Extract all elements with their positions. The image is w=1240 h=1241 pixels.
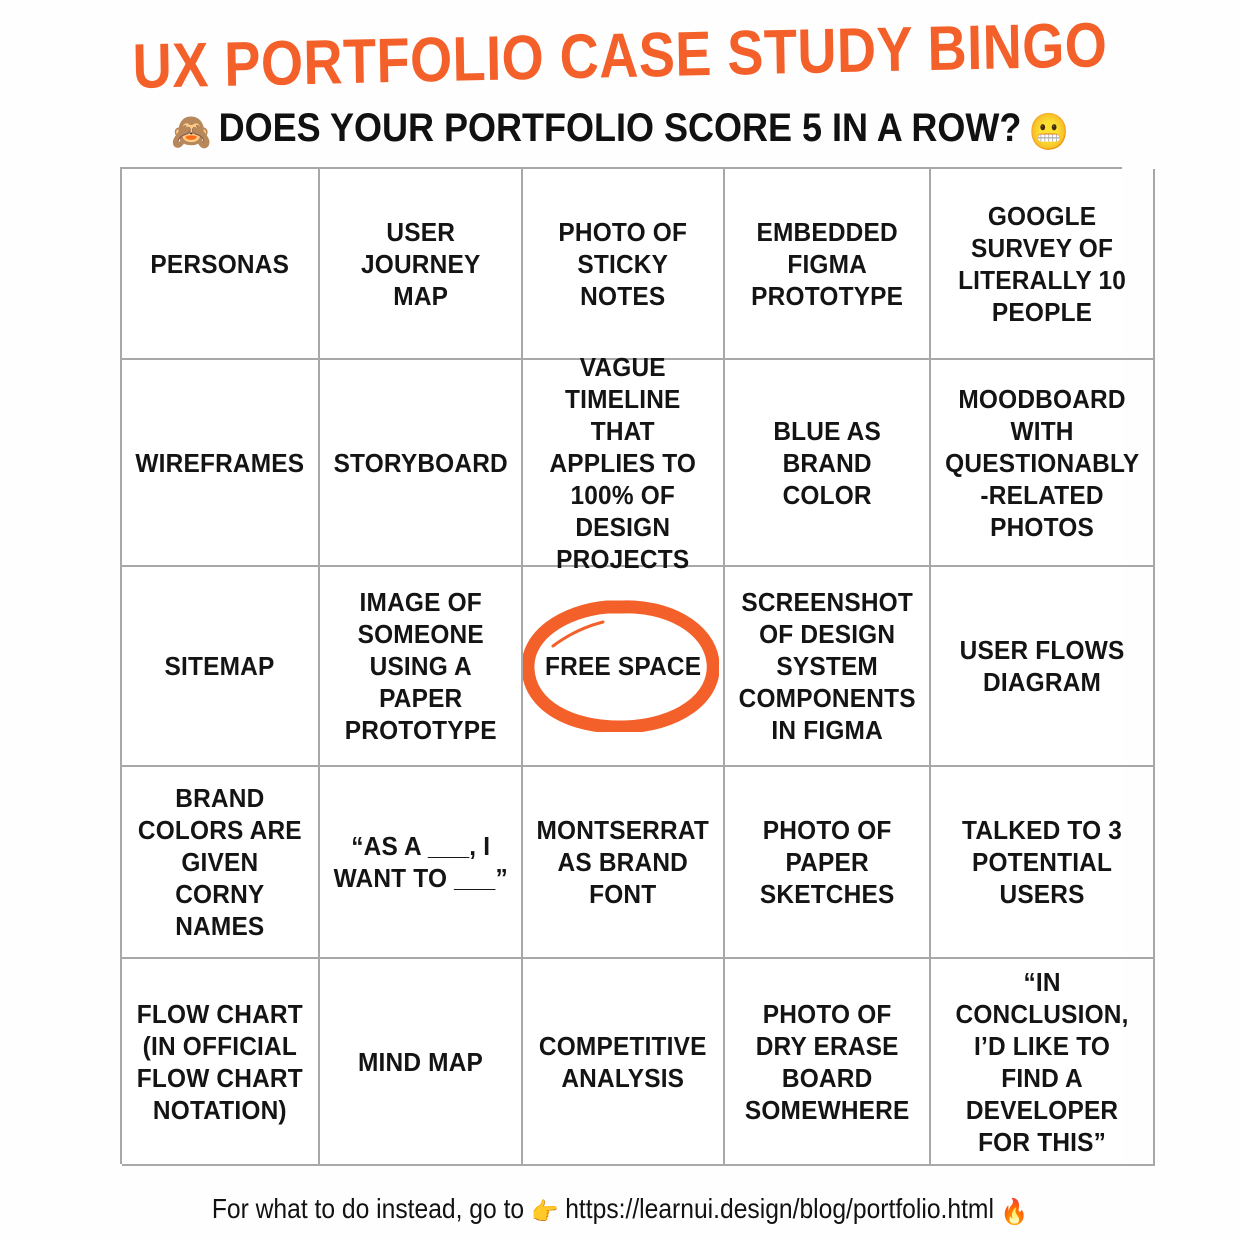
bingo-cell-label: PHOTO OF STICKY NOTES <box>558 216 688 311</box>
bingo-grid: PERSONAS USER JOURNEY MAP PHOTO OF STICKY … <box>120 167 1156 1166</box>
footer-url[interactable]: https://learnui.design/blog/portfolio.ht… <box>565 1193 994 1224</box>
bingo-cell[interactable]: SITEMAP <box>122 567 320 767</box>
bingo-cell[interactable]: PHOTO OF DRY ERASE BOARD SOMEWHERE <box>724 959 931 1166</box>
bingo-cell-label: PHOTO OF DRY ERASE BOARD SOMEWHERE <box>744 998 910 1125</box>
bingo-cell[interactable]: BRAND COLORS ARE GIVEN CORNY NAMES <box>122 767 320 959</box>
bingo-cell[interactable]: “AS A ___, I WANT TO ___” <box>319 767 524 959</box>
bingo-cell-label: MONTSERRAT AS BRAND FONT <box>536 815 710 909</box>
bingo-card: UX PORTFOLIO CASE STUDY BINGO 🙈 DOES YOUR… <box>0 0 1240 1241</box>
bingo-cell[interactable]: IMAGE OF SOMEONE USING A PAPER PROTOTYPE <box>319 567 524 767</box>
bingo-cell-free-space[interactable]: FREE SPACE <box>522 567 725 767</box>
see-no-evil-monkey-icon: 🙈 <box>171 112 212 153</box>
footer-text: For what to do instead, go to <box>211 1193 525 1224</box>
bingo-cell[interactable]: SCREENSHOT OF DESIGN SYSTEM COMPONENTS I… <box>724 567 931 767</box>
bingo-cell[interactable]: USER JOURNEY MAP <box>319 169 524 360</box>
bingo-cell-label: COMPETITIVE ANALYSIS <box>539 1030 707 1093</box>
page-subtitle: 🙈 DOES YOUR PORTFOLIO SCORE 5 IN A ROW? 😬 <box>62 104 1178 157</box>
bingo-cell-label: VAGUE TIMELINE THAT APPLIES TO 100% OF D… <box>549 351 697 574</box>
bingo-cell[interactable]: STORYBOARD <box>319 360 524 567</box>
bingo-cell[interactable]: GOOGLE SURVEY OF LITERALLY 10 PEOPLE <box>931 169 1156 360</box>
bingo-cell[interactable]: WIREFRAMES <box>122 360 320 567</box>
subtitle-text: DOES YOUR PORTFOLIO SCORE 5 IN A ROW? <box>218 106 1022 150</box>
bingo-cell-label: FREE SPACE <box>544 651 702 681</box>
footer-note: For what to do instead, go to 👉 https://… <box>74 1192 1165 1229</box>
bingo-cell-label: BRAND COLORS ARE GIVEN CORNY NAMES <box>137 783 302 941</box>
bingo-cell[interactable]: MONTSERRAT AS BRAND FONT <box>523 767 725 959</box>
bingo-cell-label: EMBEDDED FIGMA PROTOTYPE <box>750 216 903 311</box>
bingo-cell[interactable]: FLOW CHART (IN OFFICIAL FLOW CHART NOTAT… <box>122 959 320 1166</box>
bingo-cell-label: STORYBOARD <box>333 447 508 478</box>
bingo-cell[interactable]: “IN CONCLUSION, I’D LIKE TO FIND A DEVEL… <box>931 959 1156 1166</box>
bingo-cell-label: USER JOURNEY MAP <box>360 216 481 311</box>
bingo-cell-label: SCREENSHOT OF DESIGN SYSTEM COMPONENTS I… <box>738 587 916 745</box>
bingo-cell[interactable]: EMBEDDED FIGMA PROTOTYPE <box>724 169 931 360</box>
bingo-cell-label: PHOTO OF PAPER SKETCHES <box>759 815 895 909</box>
bingo-cell-label: WIREFRAMES <box>135 447 305 478</box>
bingo-cell-label: USER FLOWS DIAGRAM <box>959 635 1125 697</box>
bingo-cell[interactable]: PHOTO OF STICKY NOTES <box>523 169 725 360</box>
page-title: UX PORTFOLIO CASE STUDY BINGO <box>132 10 1108 102</box>
bingo-cell[interactable]: PERSONAS <box>122 169 320 360</box>
bingo-cell[interactable]: PHOTO OF PAPER SKETCHES <box>724 767 931 959</box>
bingo-cell-label: “AS A ___, I WANT TO ___” <box>333 831 508 893</box>
bingo-cell-label: FLOW CHART (IN OFFICIAL FLOW CHART NOTAT… <box>136 998 303 1125</box>
bingo-cell-label: SITEMAP <box>164 651 275 681</box>
bingo-cell[interactable]: MOODBOARD WITH QUESTIONABLY -RELATED PHO… <box>931 360 1156 567</box>
bingo-cell[interactable]: TALKED TO 3 POTENTIAL USERS <box>931 767 1156 959</box>
pointing-right-hand-icon: 👉 <box>530 1197 559 1226</box>
bingo-cell[interactable]: USER FLOWS DIAGRAM <box>931 567 1156 767</box>
bingo-cell-label: MOODBOARD WITH QUESTIONABLY -RELATED PHO… <box>945 383 1140 542</box>
bingo-cell-label: GOOGLE SURVEY OF LITERALLY 10 PEOPLE <box>958 200 1127 327</box>
bingo-cell-label: BLUE AS BRAND COLOR <box>772 415 881 510</box>
bingo-cell[interactable]: MIND MAP <box>319 959 524 1166</box>
grimacing-face-icon: 😬 <box>1028 112 1069 153</box>
fire-icon: 🔥 <box>1000 1197 1029 1226</box>
bingo-cell-label: MIND MAP <box>357 1046 483 1077</box>
bingo-cell-label: PERSONAS <box>150 248 290 279</box>
bingo-cell-label: “IN CONCLUSION, I’D LIKE TO FIND A DEVEL… <box>955 966 1129 1157</box>
bingo-cell[interactable]: COMPETITIVE ANALYSIS <box>523 959 725 1166</box>
bingo-cell[interactable]: BLUE AS BRAND COLOR <box>724 360 931 567</box>
bingo-cell-label: TALKED TO 3 POTENTIAL USERS <box>962 815 1123 909</box>
bingo-cell-label: IMAGE OF SOMEONE USING A PAPER PROTOTYPE <box>344 587 497 745</box>
bingo-cell[interactable]: VAGUE TIMELINE THAT APPLIES TO 100% OF D… <box>523 352 725 574</box>
